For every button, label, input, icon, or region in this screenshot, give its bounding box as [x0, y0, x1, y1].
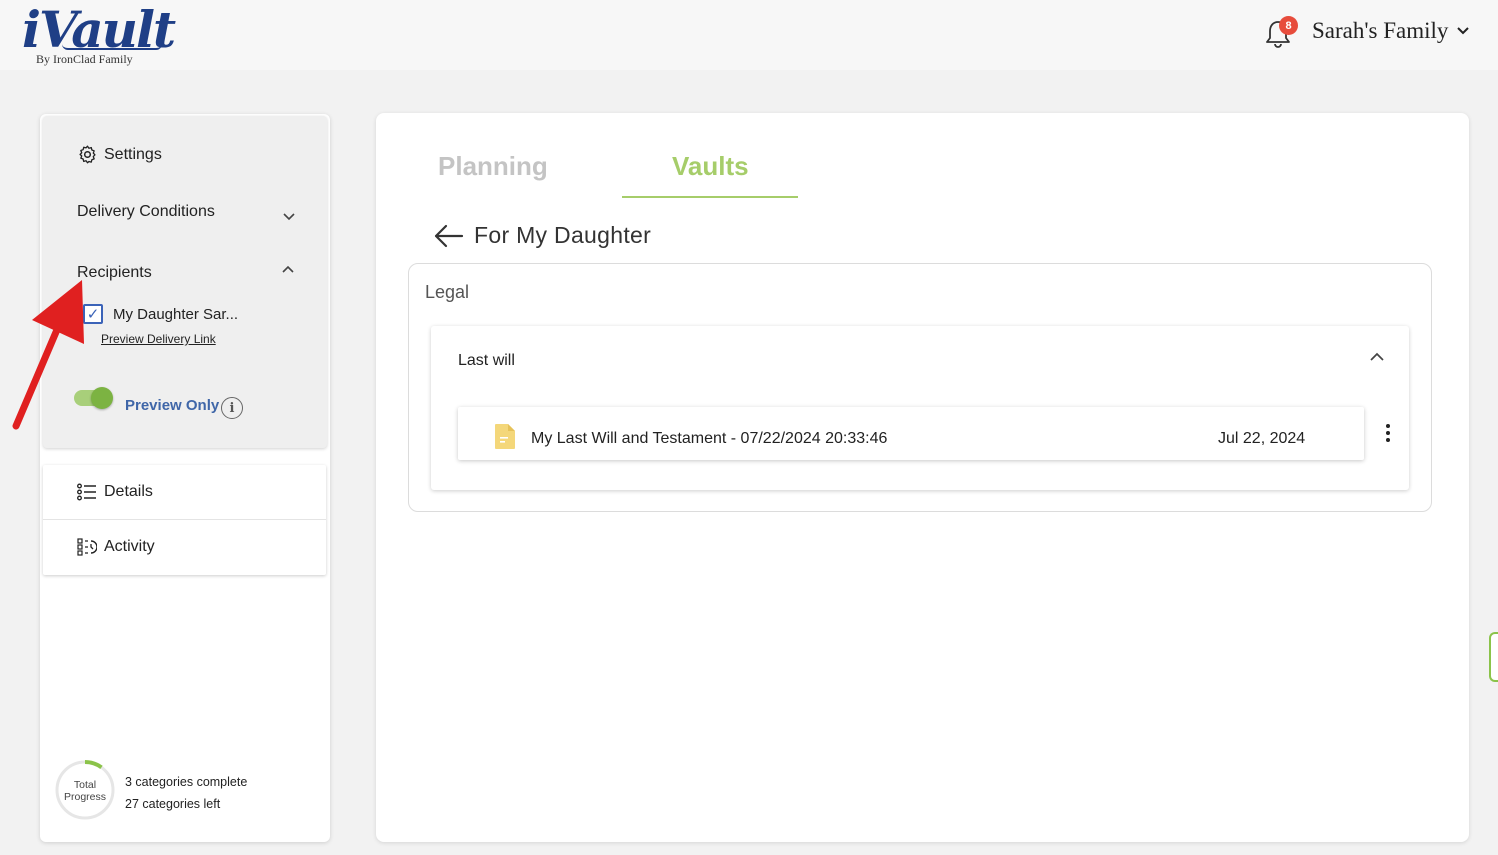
top-bar: iVault By IronClad Family 8 Sarah's Fami…	[0, 0, 1498, 70]
recipient-item[interactable]: ✓ My Daughter Sar...	[83, 304, 238, 324]
sidebar-item-activity[interactable]: Activity	[43, 520, 326, 574]
sidebar-menu: Details Activity	[43, 465, 326, 575]
category-section: Legal Last will My Last Will and Testame…	[408, 263, 1432, 512]
document-icon	[495, 424, 515, 449]
info-icon[interactable]: i	[221, 397, 243, 419]
notification-badge: 8	[1279, 16, 1298, 35]
chevron-down-icon	[1457, 27, 1470, 35]
progress-label-line2: Progress	[63, 791, 106, 803]
annotation-arrow	[12, 280, 84, 430]
account-menu[interactable]: Sarah's Family	[1312, 18, 1470, 44]
categories-complete: 3 categories complete	[125, 775, 248, 789]
categories-left: 27 categories left	[125, 797, 221, 811]
document-name: My Last Will and Testament - 07/22/2024 …	[531, 430, 888, 447]
settings-label: Settings	[104, 145, 162, 163]
category-label: Legal	[425, 282, 470, 302]
chevron-up-icon[interactable]	[281, 262, 295, 276]
tab-vaults[interactable]: Vaults	[672, 151, 749, 182]
subcategory-title: Last will	[458, 352, 515, 369]
settings-header[interactable]: Settings	[77, 144, 162, 165]
back-arrow-icon[interactable]	[432, 223, 466, 249]
tab-planning[interactable]: Planning	[438, 151, 548, 182]
progress-summary: 3 categories complete 27 categories left	[125, 771, 247, 815]
chevron-up-icon[interactable]	[1369, 350, 1385, 364]
sidebar-item-label: Details	[104, 483, 153, 500]
main-panel: Planning Vaults For My Daughter Legal La…	[376, 113, 1469, 842]
ivault-logo[interactable]: iVault By IronClad Family	[22, 0, 176, 68]
gear-icon	[79, 145, 96, 164]
logo-tagline: By IronClad Family	[36, 52, 133, 66]
subcategory-card: Last will My Last Will and Testament - 0…	[431, 326, 1409, 490]
progress-label: Total Progress	[54, 779, 116, 803]
logo-wordmark: iVault	[22, 0, 176, 59]
delivery-conditions-toggle[interactable]: Delivery Conditions	[77, 203, 215, 221]
account-name: Sarah's Family	[1312, 18, 1449, 43]
chevron-down-icon[interactable]	[282, 210, 296, 224]
more-options-icon[interactable]	[1383, 422, 1393, 444]
active-tab-indicator	[622, 196, 798, 198]
delivery-conditions-label: Delivery Conditions	[77, 203, 215, 220]
document-date: Jul 22, 2024	[1218, 430, 1306, 447]
sidebar-item-label: Activity	[104, 538, 155, 555]
activity-icon	[77, 538, 97, 556]
recipient-name: My Daughter Sar...	[113, 305, 239, 323]
preview-delivery-link[interactable]: Preview Delivery Link	[101, 332, 216, 346]
document-row[interactable]: My Last Will and Testament - 07/22/2024 …	[458, 407, 1364, 460]
vault-title: For My Daughter	[474, 222, 652, 248]
preview-only-label: Preview Only	[125, 397, 220, 414]
sidebar-item-details[interactable]: Details	[43, 465, 326, 519]
progress-label-line1: Total	[73, 779, 97, 791]
logo-swoosh	[62, 44, 162, 50]
list-icon	[77, 483, 96, 501]
vault-sidebar: Settings Delivery Conditions Recipients …	[40, 114, 330, 842]
side-feedback-tab[interactable]	[1489, 632, 1498, 682]
